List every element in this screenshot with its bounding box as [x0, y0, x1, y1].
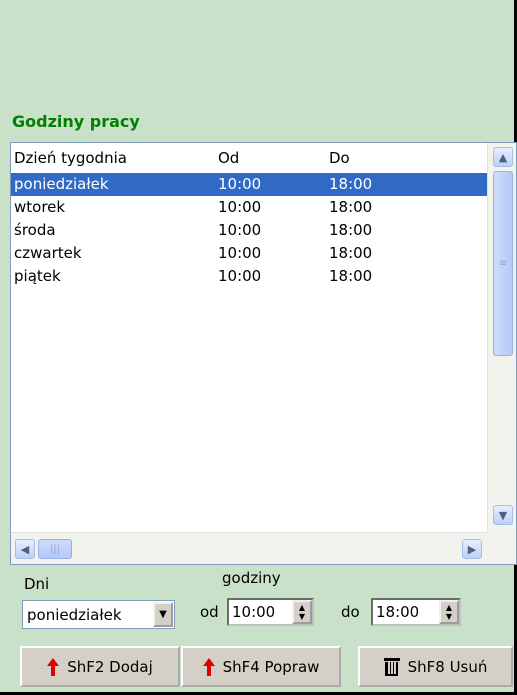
day-select[interactable]: poniedziałek ▼ [22, 600, 175, 629]
table-row[interactable]: wtorek 10:00 18:00 [11, 196, 487, 219]
cell-from: 10:00 [218, 267, 262, 285]
window-frame: Godziny pracy Dzień tygodnia Od Do ponie… [0, 0, 517, 695]
cell-to: 18:00 [329, 175, 373, 193]
cell-to: 18:00 [329, 244, 373, 262]
column-header-from[interactable]: Od [218, 149, 239, 167]
section-title: Godziny pracy [12, 112, 140, 131]
table-row[interactable]: piątek 10:00 18:00 [11, 265, 487, 288]
grip-icon: ≡ [498, 257, 508, 269]
chevron-right-icon[interactable]: ▶ [462, 539, 482, 559]
to-label: do [341, 603, 360, 621]
cell-to: 18:00 [329, 221, 373, 239]
cell-day: piątek [14, 267, 61, 285]
edit-button-label: ShF4 Popraw [222, 657, 320, 676]
chevron-down-icon[interactable]: ▼ [493, 505, 513, 525]
vertical-scrollbar[interactable]: ▲ ≡ ▼ [487, 143, 516, 532]
day-select-value: poniedziałek [27, 606, 122, 624]
cell-day: poniedziałek [14, 175, 109, 193]
edit-button[interactable]: ShF4 Popraw [181, 646, 341, 687]
from-time-stepper[interactable]: 10:00 ▲ ▼ [227, 598, 314, 626]
vertical-scroll-thumb[interactable]: ≡ [493, 171, 513, 356]
to-time-value: 18:00 [376, 603, 420, 621]
cell-day: środa [14, 221, 56, 239]
delete-button[interactable]: ShF8 Usuń [358, 646, 513, 687]
hours-label: godziny [222, 569, 281, 587]
red-up-arrow-icon [202, 657, 215, 676]
horizontal-scroll-thumb[interactable]: ||| [38, 539, 72, 559]
add-button[interactable]: ShF2 Dodaj [20, 646, 180, 687]
add-button-label: ShF2 Dodaj [67, 657, 153, 676]
cell-from: 10:00 [218, 198, 262, 216]
spinner-arrows-icon[interactable]: ▲ ▼ [439, 600, 459, 624]
table-row[interactable]: środa 10:00 18:00 [11, 219, 487, 242]
days-label: Dni [24, 575, 50, 593]
to-time-stepper[interactable]: 18:00 ▲ ▼ [371, 598, 461, 626]
column-header-day[interactable]: Dzień tygodnia [14, 149, 127, 167]
cell-to: 18:00 [329, 267, 373, 285]
list-header: Dzień tygodnia Od Do [11, 143, 487, 173]
chevron-down-icon[interactable]: ▼ [153, 602, 173, 627]
working-hours-list[interactable]: Dzień tygodnia Od Do poniedziałek 10:00 … [10, 142, 517, 565]
chevron-left-icon[interactable]: ◀ [15, 539, 35, 559]
delete-button-label: ShF8 Usuń [407, 657, 488, 676]
horizontal-scrollbar[interactable]: ◀ ||| ▶ [11, 532, 487, 564]
spinner-arrows-icon[interactable]: ▲ ▼ [292, 600, 312, 624]
scrollbar-corner [487, 532, 516, 564]
from-label: od [200, 603, 219, 621]
table-row[interactable]: poniedziałek 10:00 18:00 [11, 173, 487, 196]
red-up-arrow-icon [47, 657, 60, 676]
trash-icon [383, 657, 400, 676]
chevron-up-icon[interactable]: ▲ [493, 147, 513, 167]
table-row[interactable]: czwartek 10:00 18:00 [11, 242, 487, 265]
cell-from: 10:00 [218, 175, 262, 193]
cell-to: 18:00 [329, 198, 373, 216]
column-header-to[interactable]: Do [329, 149, 350, 167]
cell-from: 10:00 [218, 221, 262, 239]
cell-day: czwartek [14, 244, 82, 262]
cell-day: wtorek [14, 198, 66, 216]
cell-from: 10:00 [218, 244, 262, 262]
from-time-value: 10:00 [232, 603, 276, 621]
